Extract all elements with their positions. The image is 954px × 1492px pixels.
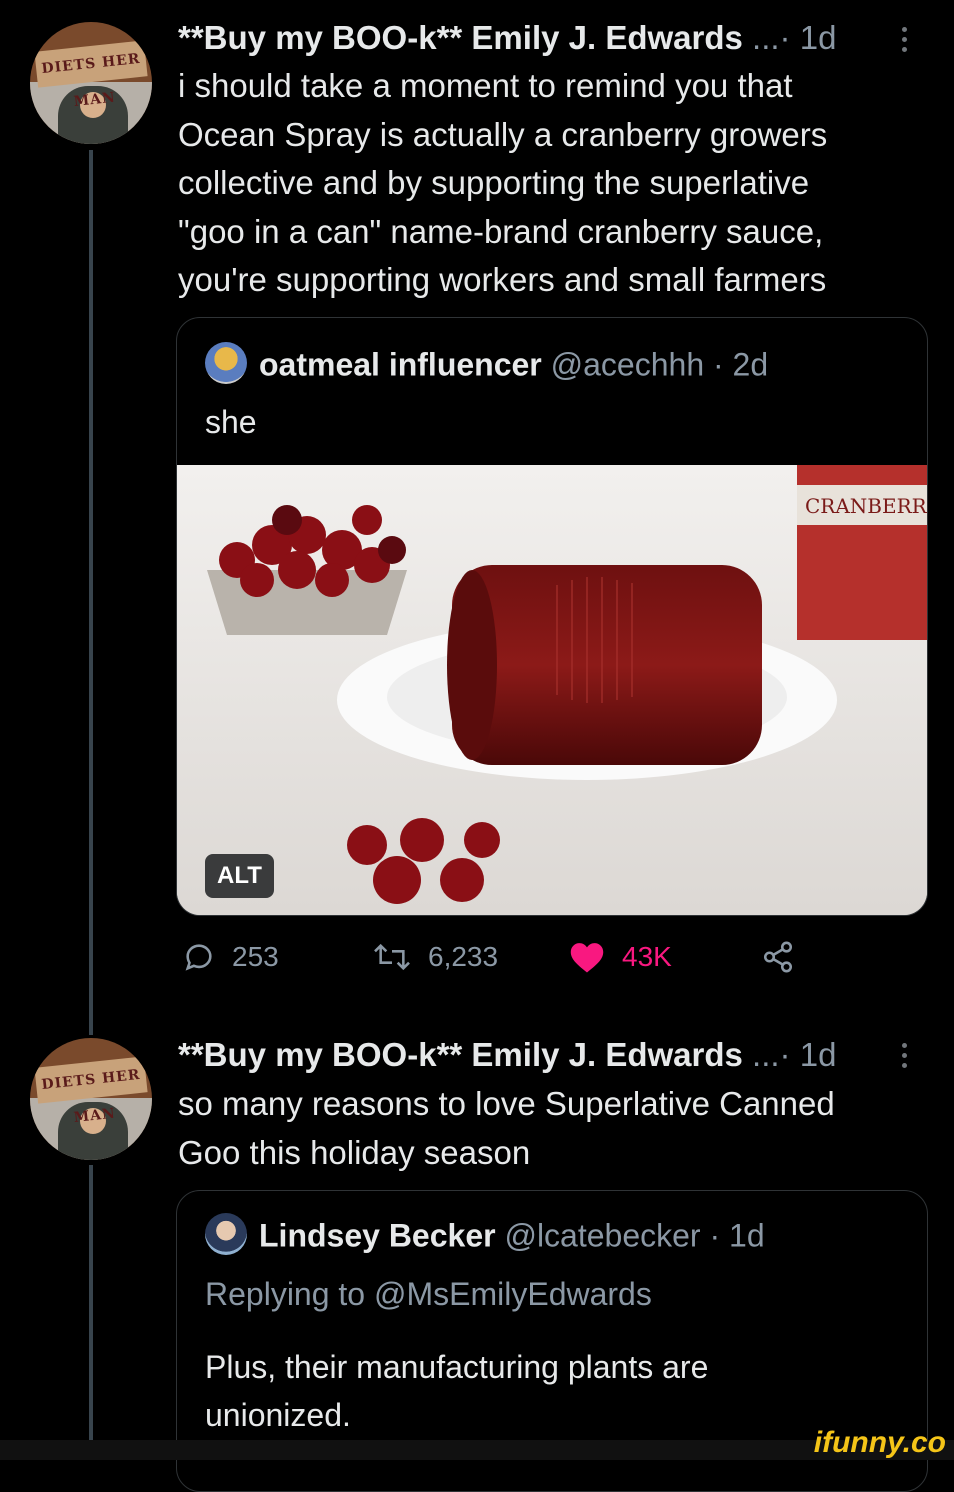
alt-text-button[interactable]: ALT [205, 854, 274, 898]
footer-bar [0, 1440, 954, 1460]
quote-header: Lindsey Becker @lcatebecker · 1d [205, 1213, 765, 1259]
tweet-text: i should take a moment to remind you tha… [178, 67, 828, 298]
quoted-tweet[interactable]: oatmeal influencer @acechhh · 2d she CRA… [176, 317, 928, 916]
can-label: CRANBERR [805, 494, 927, 518]
avatar-sign: DIETS HER MAN [34, 40, 148, 110]
avatar[interactable]: DIETS HER MAN [30, 22, 152, 144]
tweet-actions: 253 6,233 43K [178, 940, 818, 984]
quote-text: she [205, 404, 257, 440]
tweet-meta: ...· 1d [752, 1036, 837, 1073]
more-options-icon[interactable] [902, 22, 910, 57]
author-name[interactable]: **Buy my BOO-k** Emily J. Edwards [178, 19, 743, 56]
quote-meta: @acechhh · 2d [550, 346, 769, 383]
retweet-icon [374, 943, 410, 971]
tweet-header: **Buy my BOO-k** Emily J. Edwards ...· 1… [178, 1035, 836, 1075]
quote-author-name: Lindsey Becker [259, 1217, 496, 1254]
reply-icon [185, 944, 212, 971]
tweet-header: **Buy my BOO-k** Emily J. Edwards ...· 1… [178, 18, 836, 58]
like-count: 43K [622, 941, 672, 972]
reply-button[interactable]: 253 [182, 940, 279, 974]
avatar[interactable]: DIETS HER MAN [30, 1038, 152, 1160]
like-button[interactable]: 43K [568, 940, 672, 974]
tweet-meta: ...· 1d [752, 19, 837, 56]
retweet-count: 6,233 [428, 941, 499, 972]
tweet-text: so many reasons to love Superlative Cann… [178, 1085, 835, 1171]
watermark: ifunny.co [813, 1426, 946, 1459]
quote-avatar [205, 1213, 247, 1255]
heart-icon [570, 943, 604, 973]
quote-media-image[interactable]: CRANBERR ALT [177, 465, 927, 915]
quote-meta: @lcatebecker · 1d [504, 1217, 765, 1254]
thread-line [89, 150, 93, 1035]
thread-line [89, 1165, 93, 1440]
retweet-button[interactable]: 6,233 [372, 940, 498, 974]
avatar-sign: DIETS HER MAN [34, 1056, 148, 1126]
quote-author-name: oatmeal influencer [259, 346, 542, 383]
quote-avatar [205, 342, 247, 384]
cranberry-sauce-photo: CRANBERR [177, 465, 927, 915]
reply-count: 253 [232, 941, 279, 972]
author-name[interactable]: **Buy my BOO-k** Emily J. Edwards [178, 1036, 743, 1073]
quote-header: oatmeal influencer @acechhh · 2d [205, 342, 769, 388]
replying-to[interactable]: Replying to @MsEmilyEdwards [205, 1270, 652, 1318]
share-button[interactable] [760, 940, 796, 974]
more-options-icon[interactable] [902, 1038, 910, 1073]
share-icon [763, 941, 793, 973]
quote-text: Plus, their manufacturing plants are uni… [205, 1349, 709, 1433]
